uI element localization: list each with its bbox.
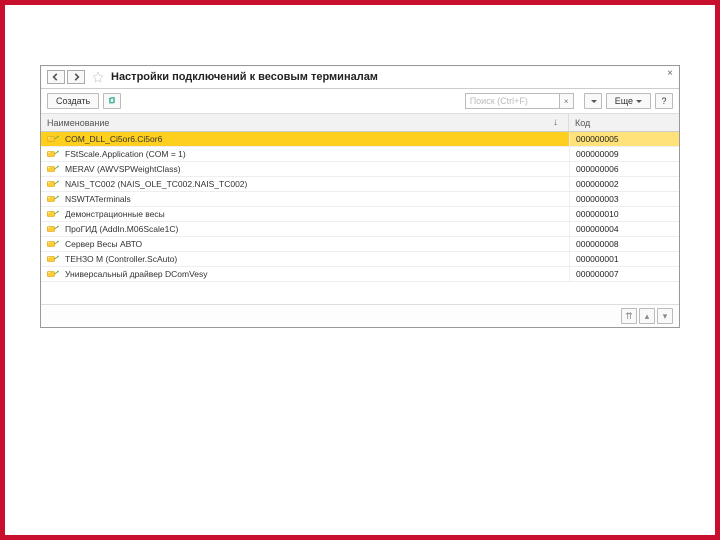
scroll-first-button[interactable]: ⇈ — [621, 308, 637, 324]
sort-indicator-icon: ↓ — [553, 117, 558, 128]
table-row[interactable]: COM_DLL_Ci5or6.Ci5or6 000000005 — [41, 132, 679, 147]
cell-name-text: ПроГИД (AddIn.M06Scale1C) — [65, 224, 178, 234]
cell-code: 000000002 — [569, 177, 679, 191]
cell-code: 000000005 — [569, 132, 679, 146]
table-row[interactable]: MERAV (AWVSPWeightClass) 000000006 — [41, 162, 679, 177]
slide-frame: Настройки подключений к весовым терминал… — [0, 0, 720, 540]
favorite-button[interactable] — [91, 70, 105, 84]
column-header-name-label: Наименование — [47, 118, 109, 128]
cell-name-text: NSWTATerminals — [65, 194, 131, 204]
table-row[interactable]: NAIS_TC002 (NAIS_OLE_TC002.NAIS_TC002) 00… — [41, 177, 679, 192]
table-row[interactable]: FStScale.Application (COM = 1) 000000009 — [41, 147, 679, 162]
cell-name-text: Демонстрационные весы — [65, 209, 165, 219]
data-table: Наименование ↓ Код COM_DLL_Ci5or6.Ci5or6… — [41, 114, 679, 304]
terminal-icon — [47, 164, 59, 174]
table-empty-space — [41, 282, 679, 304]
table-row[interactable]: ТЕНЗО М (Controller.ScAuto) 000000001 — [41, 252, 679, 267]
cell-code: 000000003 — [569, 192, 679, 206]
forward-button[interactable] — [67, 70, 85, 84]
table-row[interactable]: ПроГИД (AddIn.M06Scale1C) 000000004 — [41, 222, 679, 237]
chevron-down-icon — [636, 100, 642, 103]
cell-name: NSWTATerminals — [41, 192, 569, 206]
cell-name: Демонстрационные весы — [41, 207, 569, 221]
cell-name: ТЕНЗО М (Controller.ScAuto) — [41, 252, 569, 266]
back-button[interactable] — [47, 70, 65, 84]
app-window: Настройки подключений к весовым терминал… — [40, 65, 680, 328]
table-row[interactable]: Сервер Весы АВТО 000000008 — [41, 237, 679, 252]
search-input[interactable] — [465, 93, 560, 109]
terminal-icon — [47, 194, 59, 204]
scroll-down-button[interactable]: ▾ — [657, 308, 673, 324]
terminal-icon — [47, 134, 59, 144]
cell-code: 000000007 — [569, 267, 679, 281]
find-button[interactable] — [584, 93, 602, 109]
cell-name: FStScale.Application (COM = 1) — [41, 147, 569, 161]
cell-code: 000000001 — [569, 252, 679, 266]
cell-name: NAIS_TC002 (NAIS_OLE_TC002.NAIS_TC002) — [41, 177, 569, 191]
cell-name-text: COM_DLL_Ci5or6.Ci5or6 — [65, 134, 162, 144]
copy-button[interactable] — [103, 93, 121, 109]
cell-code: 000000009 — [569, 147, 679, 161]
cell-name: Универсальный драйвер DComVesy — [41, 267, 569, 281]
cell-name: Сервер Весы АВТО — [41, 237, 569, 251]
copy-icon — [108, 96, 116, 106]
page-title: Настройки подключений к весовым терминал… — [111, 71, 378, 83]
cell-code: 000000010 — [569, 207, 679, 221]
scroll-up-button[interactable]: ▴ — [639, 308, 655, 324]
table-row[interactable]: NSWTATerminals 000000003 — [41, 192, 679, 207]
column-header-code[interactable]: Код — [569, 114, 679, 131]
search-group: × — [465, 93, 574, 109]
cell-name-text: MERAV (AWVSPWeightClass) — [65, 164, 181, 174]
search-clear-button[interactable]: × — [560, 93, 574, 109]
cell-name: COM_DLL_Ci5or6.Ci5or6 — [41, 132, 569, 146]
footer-nav: ⇈ ▴ ▾ — [41, 304, 679, 327]
cell-name-text: ТЕНЗО М (Controller.ScAuto) — [65, 254, 177, 264]
column-header-name[interactable]: Наименование ↓ — [41, 114, 569, 131]
column-header-code-label: Код — [575, 118, 590, 128]
cell-code: 000000008 — [569, 237, 679, 251]
arrow-right-icon — [72, 73, 80, 81]
cell-name: ПроГИД (AddIn.M06Scale1C) — [41, 222, 569, 236]
table-body: COM_DLL_Ci5or6.Ci5or6000000005FStScale.A… — [41, 132, 679, 282]
cell-code: 000000006 — [569, 162, 679, 176]
more-label: Еще — [615, 96, 633, 106]
terminal-icon — [47, 179, 59, 189]
cell-name-text: Сервер Весы АВТО — [65, 239, 142, 249]
terminal-icon — [47, 269, 59, 279]
cell-name-text: FStScale.Application (COM = 1) — [65, 149, 186, 159]
star-icon — [92, 71, 104, 83]
terminal-icon — [47, 239, 59, 249]
table-header: Наименование ↓ Код — [41, 114, 679, 132]
cell-name-text: NAIS_TC002 (NAIS_OLE_TC002.NAIS_TC002) — [65, 179, 247, 189]
terminal-icon — [47, 209, 59, 219]
close-button[interactable]: × — [667, 69, 673, 79]
terminal-icon — [47, 149, 59, 159]
cell-name-text: Универсальный драйвер DComVesy — [65, 269, 208, 279]
terminal-icon — [47, 254, 59, 264]
arrow-left-icon — [52, 73, 60, 81]
toolbar: Создать × Еще ? — [41, 89, 679, 114]
more-button[interactable]: Еще — [606, 93, 651, 109]
help-button[interactable]: ? — [655, 93, 673, 109]
terminal-icon — [47, 224, 59, 234]
table-row[interactable]: Демонстрационные весы 000000010 — [41, 207, 679, 222]
chevron-down-icon — [591, 100, 597, 103]
create-button[interactable]: Создать — [47, 93, 99, 109]
cell-name: MERAV (AWVSPWeightClass) — [41, 162, 569, 176]
table-row[interactable]: Универсальный драйвер DComVesy 000000007 — [41, 267, 679, 282]
titlebar: Настройки подключений к весовым терминал… — [41, 66, 679, 89]
cell-code: 000000004 — [569, 222, 679, 236]
